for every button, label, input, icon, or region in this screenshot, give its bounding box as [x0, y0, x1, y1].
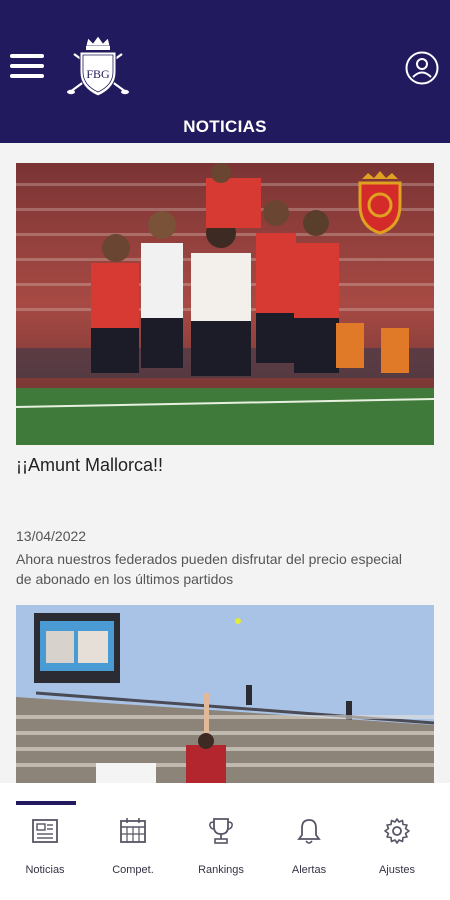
active-tab-indicator [16, 801, 76, 805]
newspaper-icon [32, 819, 58, 843]
logo-letters: FBG [86, 67, 110, 81]
tab-label: Alertas [291, 864, 327, 876]
user-circle-icon[interactable] [404, 50, 440, 86]
tab-noticias[interactable]: Noticias [0, 813, 90, 879]
tab-rankings[interactable]: Rankings [176, 813, 266, 879]
gear-icon [384, 818, 410, 844]
tab-alertas[interactable]: Alertas [264, 813, 354, 879]
federation-logo: FBG [67, 35, 129, 97]
menu-button[interactable] [10, 54, 46, 82]
tab-compet[interactable]: Compet. [88, 813, 178, 879]
news-card[interactable] [0, 603, 450, 783]
news-card[interactable]: ¡¡Amunt Mallorca!! 13/04/2022 Ahora nues… [0, 163, 450, 598]
tennis-stadium-crowd-photo[interactable] [16, 605, 434, 783]
tab-label: Rankings [198, 864, 244, 876]
news-date: 13/04/2022 [16, 528, 87, 544]
page-title: NOTICIAS [183, 117, 267, 136]
trophy-icon [209, 818, 233, 844]
calendar-grid-icon [120, 818, 146, 843]
tab-label: Ajustes [378, 864, 416, 876]
football-team-celebration-photo[interactable] [16, 163, 434, 445]
news-summary: Ahora nuestros federados pueden disfruta… [16, 551, 403, 587]
news-title[interactable]: ¡¡Amunt Mallorca!! [16, 455, 163, 476]
bottom-tab-bar: Noticias Compet. Rankings Alertas Ajuste… [0, 783, 450, 900]
tab-ajustes[interactable]: Ajustes [352, 813, 442, 879]
app-header: FBG NOTICIAS [0, 0, 450, 143]
bell-icon [297, 819, 321, 844]
menu-icon-bar [10, 64, 44, 68]
tab-label: Noticias [25, 864, 65, 876]
news-feed[interactable]: ¡¡Amunt Mallorca!! 13/04/2022 Ahora nues… [0, 143, 450, 783]
tab-label: Compet. [112, 864, 154, 876]
menu-icon-bar [10, 54, 44, 58]
menu-icon-bar [10, 74, 44, 78]
